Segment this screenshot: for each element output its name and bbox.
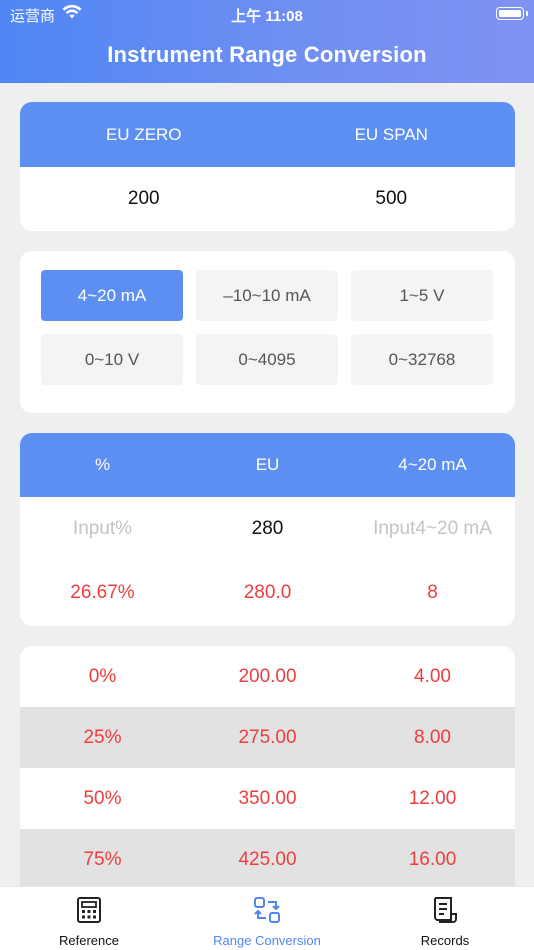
eu-span-label: EU SPAN bbox=[354, 124, 428, 144]
signal-option-4-20ma[interactable]: 4~20 mA bbox=[41, 270, 183, 321]
table-row: 0% 200.00 4.00 bbox=[20, 646, 515, 707]
eu-zero-label: EU ZERO bbox=[105, 124, 182, 144]
eu-cell: 200.00 bbox=[238, 665, 297, 687]
records-icon bbox=[430, 895, 460, 925]
percent-cell: 75% bbox=[83, 848, 122, 870]
percent-column-header: % bbox=[94, 455, 111, 474]
eu-input[interactable]: 280 bbox=[185, 518, 350, 540]
eu-cell: 425.00 bbox=[238, 848, 297, 870]
signal-option-neg10-10ma[interactable]: –10~10 mA bbox=[196, 270, 338, 321]
eu-cell: 275.00 bbox=[238, 726, 297, 748]
signal-option-0-32768[interactable]: 0~32768 bbox=[351, 334, 493, 385]
signal-option-1-5v[interactable]: 1~5 V bbox=[351, 270, 493, 321]
signal-column-header: 4~20 mA bbox=[398, 455, 467, 474]
signal-option-0-4095[interactable]: 0~4095 bbox=[196, 334, 338, 385]
signal-option-0-10v[interactable]: 0~10 V bbox=[41, 334, 183, 385]
tab-bar: Reference Range Conversion Records bbox=[0, 886, 534, 950]
status-bar: 运营商 上午 11:08 bbox=[0, 4, 534, 25]
converter-input-row: Input% 280 Input4~20 mA bbox=[20, 497, 515, 561]
converter-header: % EU 4~20 mA bbox=[20, 433, 515, 497]
converter-result-row: 26.67% 280.0 8 bbox=[20, 561, 515, 625]
page-title: Instrument Range Conversion bbox=[107, 42, 427, 67]
battery-icon bbox=[496, 7, 528, 20]
tab-label: Range Conversion bbox=[213, 933, 321, 948]
eu-span-input[interactable]: 500 bbox=[268, 188, 516, 210]
app-header: 运营商 上午 11:08 Instrument Range Conversion bbox=[0, 0, 534, 83]
calculator-icon bbox=[74, 895, 104, 925]
signal-result: 8 bbox=[427, 582, 438, 603]
range-card: EU ZERO EU SPAN 200 500 bbox=[20, 102, 515, 231]
percent-cell: 0% bbox=[88, 665, 117, 687]
eu-result: 280.0 bbox=[243, 582, 292, 603]
signal-cell: 16.00 bbox=[408, 848, 457, 870]
range-header: EU ZERO EU SPAN bbox=[20, 102, 515, 167]
tab-reference[interactable]: Reference bbox=[0, 887, 178, 950]
eu-column-header: EU bbox=[255, 455, 280, 474]
table-row: 75% 425.00 16.00 bbox=[20, 829, 515, 890]
status-time: 上午 11:08 bbox=[231, 8, 303, 25]
percent-result: 26.67% bbox=[70, 582, 135, 603]
conversion-table: 0% 200.00 4.00 25% 275.00 8.00 50% 350.0… bbox=[20, 646, 515, 906]
convert-icon bbox=[252, 895, 282, 925]
converter-card: % EU 4~20 mA Input% 280 Input4~20 mA 26.… bbox=[20, 433, 515, 626]
percent-input[interactable]: Input% bbox=[20, 518, 185, 540]
tab-records[interactable]: Records bbox=[356, 887, 534, 950]
table-row: 50% 350.00 12.00 bbox=[20, 768, 515, 829]
eu-cell: 350.00 bbox=[238, 787, 297, 809]
signal-cell: 4.00 bbox=[414, 665, 451, 687]
signal-input[interactable]: Input4~20 mA bbox=[350, 518, 515, 540]
eu-zero-input[interactable]: 200 bbox=[20, 188, 268, 210]
tab-range-conversion[interactable]: Range Conversion bbox=[178, 887, 356, 950]
signal-type-card: 4~20 mA –10~10 mA 1~5 V 0~10 V 0~4095 0~… bbox=[20, 251, 515, 413]
percent-cell: 25% bbox=[83, 726, 122, 748]
tab-label: Reference bbox=[59, 933, 119, 948]
signal-cell: 12.00 bbox=[408, 787, 457, 809]
table-row: 25% 275.00 8.00 bbox=[20, 707, 515, 768]
tab-label: Records bbox=[420, 933, 470, 948]
signal-cell: 8.00 bbox=[414, 726, 451, 748]
percent-cell: 50% bbox=[83, 787, 122, 809]
